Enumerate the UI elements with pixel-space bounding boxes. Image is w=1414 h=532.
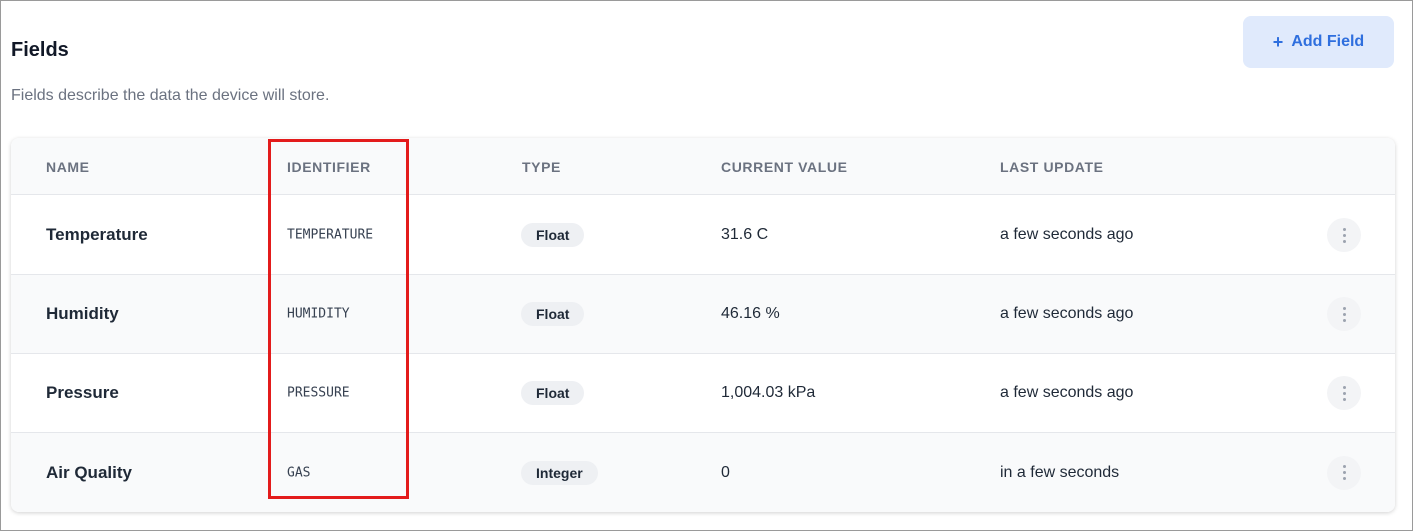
table-row[interactable]: Pressure PRESSURE Float 1,004.03 kPa a f… <box>11 354 1395 433</box>
page-title: Fields <box>11 39 69 61</box>
field-name: Humidity <box>46 304 119 323</box>
field-identifier: PRESSURE <box>287 385 350 401</box>
table-row[interactable]: Temperature TEMPERATURE Float 31.6 C a f… <box>11 196 1395 275</box>
column-header-last-update: LAST UPDATE <box>1000 159 1104 175</box>
field-identifier: HUMIDITY <box>287 306 350 322</box>
add-field-button[interactable]: + Add Field <box>1243 16 1394 68</box>
field-identifier: TEMPERATURE <box>287 227 374 243</box>
field-current-value: 0 <box>721 463 730 481</box>
page-subtitle: Fields describe the data the device will… <box>11 87 330 104</box>
field-type-badge: Float <box>521 381 585 405</box>
more-vertical-icon[interactable] <box>1327 455 1361 490</box>
column-header-name: NAME <box>46 159 90 175</box>
table-row[interactable]: Humidity HUMIDITY Float 46.16 % a few se… <box>11 275 1395 354</box>
field-current-value: 46.16 % <box>721 305 780 322</box>
column-header-current-value: CURRENT VALUE <box>721 159 848 175</box>
table-header: NAME IDENTIFIER TYPE CURRENT VALUE LAST … <box>11 138 1395 195</box>
plus-icon: + <box>1272 32 1284 52</box>
fields-table: NAME IDENTIFIER TYPE CURRENT VALUE LAST … <box>11 138 1395 512</box>
more-vertical-icon[interactable] <box>1327 376 1361 410</box>
field-type-badge: Float <box>521 223 585 247</box>
page-frame: Fields Fields describe the data the devi… <box>0 0 1413 531</box>
field-name: Pressure <box>46 383 119 402</box>
add-field-label: Add Field <box>1291 33 1365 50</box>
column-header-identifier: IDENTIFIER <box>287 159 371 175</box>
field-identifier: GAS <box>287 465 311 480</box>
more-vertical-icon[interactable] <box>1327 297 1361 331</box>
field-last-update: a few seconds ago <box>1000 226 1134 243</box>
field-current-value: 31.6 C <box>721 226 769 243</box>
field-name: Air Quality <box>46 462 132 482</box>
field-type-badge: Integer <box>521 460 598 485</box>
field-last-update: a few seconds ago <box>1000 384 1134 401</box>
field-name: Temperature <box>46 225 148 244</box>
more-vertical-icon[interactable] <box>1327 218 1361 252</box>
table-row[interactable]: Air Quality GAS Integer 0 in a few secon… <box>11 433 1395 512</box>
field-current-value: 1,004.03 kPa <box>721 384 816 401</box>
field-type-badge: Float <box>521 302 585 326</box>
column-header-type: TYPE <box>522 159 561 175</box>
field-last-update: in a few seconds <box>1000 463 1120 481</box>
field-last-update: a few seconds ago <box>1000 305 1134 322</box>
